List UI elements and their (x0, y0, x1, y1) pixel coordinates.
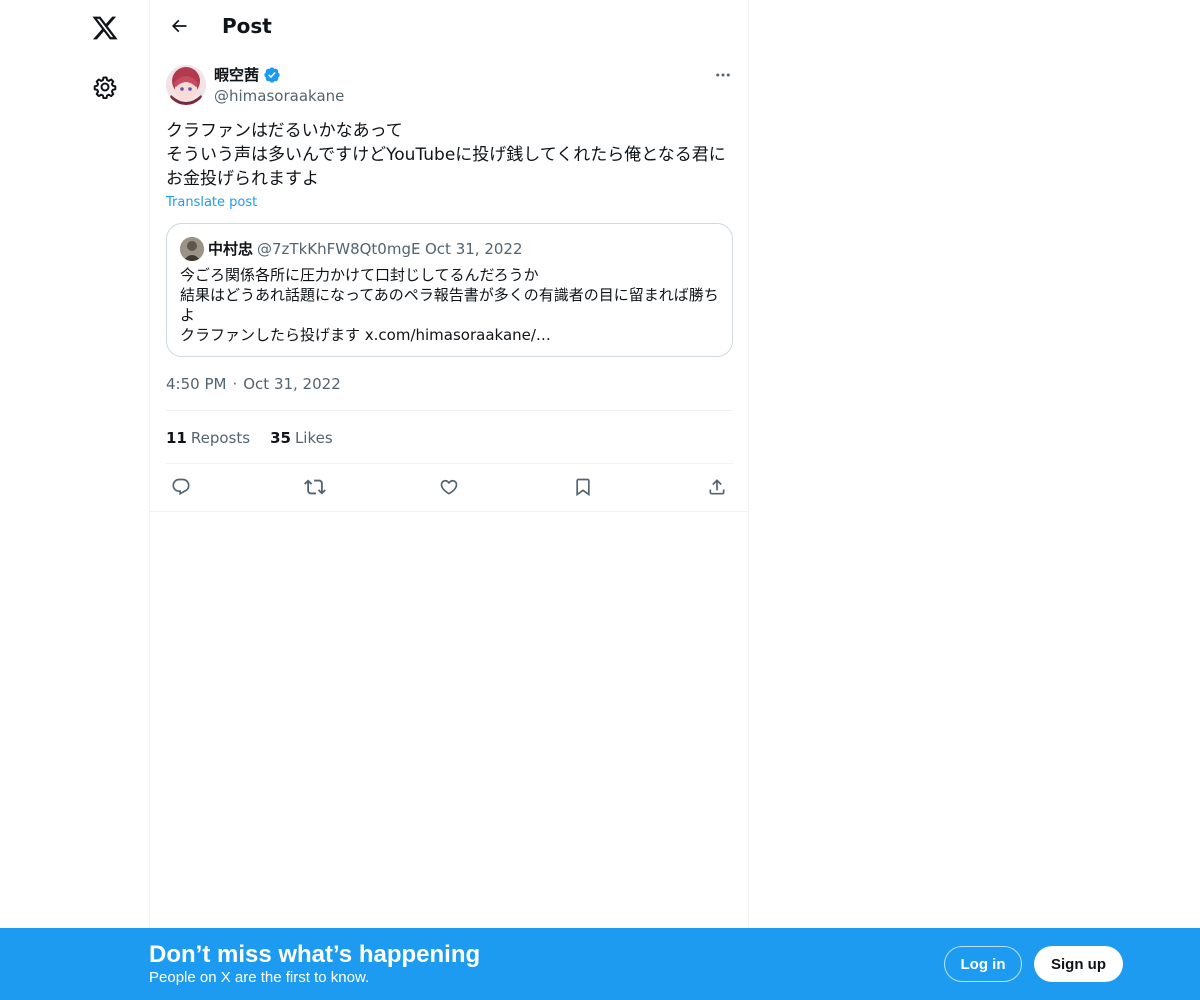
page-header: Post (150, 0, 750, 53)
divider (150, 511, 750, 512)
arrow-left-icon (169, 16, 189, 36)
repost-button[interactable] (298, 470, 332, 504)
bookmark-icon (573, 477, 593, 497)
quoted-author-handle: @7zTkKhFW8Qt0mgE (257, 240, 421, 258)
bookmark-button[interactable] (566, 470, 600, 504)
verified-badge-icon[interactable] (263, 66, 281, 84)
login-button[interactable]: Log in (944, 946, 1022, 982)
quoted-post[interactable]: 中村忠 @7zTkKhFW8Qt0mgE · Oct 31, 2022 今ごろ関… (166, 223, 733, 357)
share-icon (707, 477, 727, 497)
author-name-row[interactable]: 暇空茜 (214, 65, 281, 85)
more-horizontal-icon (714, 66, 732, 84)
like-icon (439, 477, 459, 497)
likes-count: 35 (270, 429, 291, 447)
reply-button[interactable] (164, 470, 198, 504)
x-logo-icon[interactable] (85, 8, 125, 48)
reply-icon (171, 477, 191, 497)
post-text: クラファンはだるいかなあって そういう声は多いんですけどYouTubeに投げ銭し… (166, 121, 726, 189)
author-handle[interactable]: @himasoraakane (214, 86, 344, 106)
action-bar (166, 470, 733, 504)
avatar[interactable] (166, 65, 206, 105)
post-stats: 11 Reposts 35 Likes (166, 428, 333, 448)
signup-button[interactable]: Sign up (1034, 946, 1123, 982)
banner-title: Don’t miss what’s happening (149, 941, 481, 968)
back-button[interactable] (162, 9, 196, 43)
reposts-stat[interactable]: 11 Reposts (166, 428, 250, 448)
quoted-avatar (180, 237, 204, 261)
post-timestamp: 4:50 PM · Oct 31, 2022 (166, 374, 341, 394)
banner-subtitle: People on X are the first to know. (149, 969, 370, 986)
reposts-label: Reposts (190, 429, 251, 447)
post-date[interactable]: Oct 31, 2022 (243, 374, 341, 394)
translate-post-link[interactable]: Translate post (166, 194, 257, 212)
like-button[interactable] (432, 470, 466, 504)
divider (166, 410, 733, 411)
repost-icon (304, 476, 326, 498)
timestamp-separator: · (232, 375, 238, 393)
quoted-date: Oct 31, 2022 (425, 240, 523, 258)
page-title: Post (222, 14, 272, 38)
likes-label: Likes (294, 429, 333, 447)
quoted-separator: · (413, 240, 418, 258)
left-navigation (0, 0, 149, 1000)
main-column: Post 暇空茜 @himasoraakane クラファンはだるいかなあって そ… (149, 0, 750, 1000)
reposts-count: 11 (166, 429, 187, 447)
author-name[interactable]: 暇空茜 (214, 65, 259, 85)
likes-stat[interactable]: 35 Likes (270, 428, 333, 448)
divider (166, 463, 733, 464)
more-options-button[interactable] (708, 63, 738, 87)
post-time[interactable]: 4:50 PM (166, 374, 226, 394)
share-button[interactable] (700, 470, 734, 504)
gear-icon[interactable] (85, 67, 125, 107)
quoted-text: 今ごろ関係各所に圧力かけて口封じしてるんだろうか 結果はどうあれ話題になってあの… (180, 266, 719, 344)
quoted-author-name: 中村忠 (208, 240, 254, 258)
